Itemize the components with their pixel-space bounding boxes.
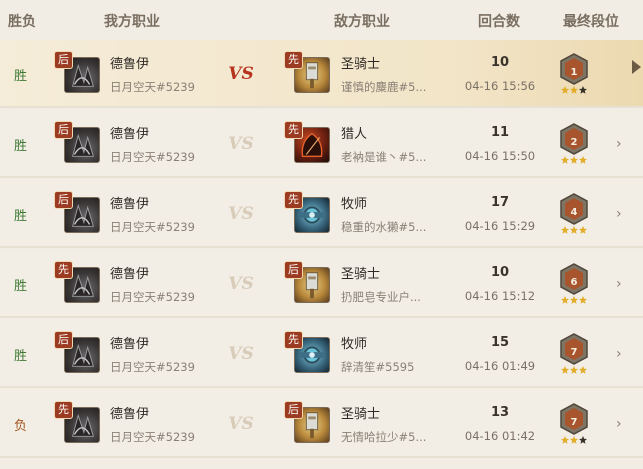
svg-text:4: 4 [571, 207, 578, 218]
table-header: 胜负 我方职业 敌方职业 回合数 最终段位 [0, 0, 643, 40]
my-class-name: 德鲁伊 [110, 407, 150, 422]
header-rounds: 回合数 [478, 14, 520, 30]
svg-text:VS: VS [228, 274, 253, 294]
svg-text:VS: VS [228, 204, 253, 224]
result-label: 胜 [14, 139, 28, 154]
enemy-class-name: 圣骑士 [341, 267, 381, 282]
round-count: 15 [490, 335, 510, 350]
match-time: 04-16 01:49 [464, 359, 536, 373]
svg-text:VS: VS [228, 64, 253, 84]
chevron-right-icon[interactable]: › [616, 136, 626, 152]
rank-emblem-icon: 7 [556, 332, 592, 376]
result-label: 胜 [14, 69, 28, 84]
enemy-player-name: 辞清笙#5595 [341, 360, 415, 374]
my-turn-order-badge: 先 [55, 402, 72, 418]
round-count: 10 [490, 265, 510, 280]
my-class-name: 德鲁伊 [110, 337, 150, 352]
enemy-turn-order-badge: 先 [285, 52, 302, 68]
match-row[interactable]: 胜 后 德鲁伊日月空天#5239 VS 先 圣骑士谨慎的麋鹿#5... 10 04-16 15… [0, 40, 643, 108]
svg-text:1: 1 [571, 67, 578, 78]
result-label: 胜 [14, 209, 28, 224]
vs-icon: VS [228, 272, 254, 294]
rank-emblem-icon: 4 [556, 192, 592, 236]
match-time: 04-16 15:50 [464, 149, 536, 163]
match-time: 04-16 01:42 [464, 429, 536, 443]
match-time: 04-16 15:12 [464, 289, 536, 303]
match-row[interactable]: 胜 后 德鲁伊日月空天#5239 VS 先 猎人老衲是谁丶#5... 11 04-16 15:… [0, 110, 643, 178]
chevron-right-icon[interactable]: › [616, 416, 626, 432]
vs-icon: VS [228, 202, 254, 224]
rank-emblem-icon: 2 [556, 122, 592, 166]
header-my-class: 我方职业 [104, 14, 160, 30]
vs-icon: VS [228, 342, 254, 364]
enemy-player-name: 老衲是谁丶#5... [341, 150, 427, 164]
my-player-name: 日月空天#5239 [110, 80, 195, 94]
my-player-name: 日月空天#5239 [110, 360, 195, 374]
my-turn-order-badge: 后 [55, 332, 72, 348]
my-turn-order-badge: 后 [55, 122, 72, 138]
enemy-player-name: 扔肥皂专业户... [341, 290, 421, 304]
my-class-name: 德鲁伊 [110, 57, 150, 72]
enemy-turn-order-badge: 先 [285, 332, 302, 348]
match-row[interactable]: 胜 先 德鲁伊日月空天#5239 VS 后 圣骑士扔肥皂专业户... 10 04-16 15:… [0, 250, 643, 318]
my-player-name: 日月空天#5239 [110, 290, 195, 304]
enemy-turn-order-badge: 先 [285, 192, 302, 208]
header-enemy-class: 敌方职业 [334, 14, 390, 30]
svg-text:7: 7 [571, 347, 578, 358]
enemy-player-name: 无情哈拉少#5... [341, 430, 427, 444]
chevron-right-icon[interactable]: › [616, 206, 626, 222]
rank-emblem-icon: 1 [556, 52, 592, 96]
my-player-name: 日月空天#5239 [110, 220, 195, 234]
my-player-name: 日月空天#5239 [110, 430, 195, 444]
result-label: 胜 [14, 349, 28, 364]
match-row[interactable]: 负 先 德鲁伊日月空天#5239 VS 后 圣骑士无情哈拉少#5... 13 04-16 01… [0, 390, 643, 458]
rank-emblem-icon: 7 [556, 402, 592, 446]
match-time: 04-16 15:56 [464, 79, 536, 93]
match-time: 04-16 15:29 [464, 219, 536, 233]
svg-text:2: 2 [571, 137, 578, 148]
my-class-name: 德鲁伊 [110, 267, 150, 282]
round-count: 11 [490, 125, 510, 140]
enemy-class-name: 圣骑士 [341, 407, 381, 422]
vs-icon: VS [228, 412, 254, 434]
header-result: 胜负 [8, 14, 36, 30]
match-row[interactable]: 胜 后 德鲁伊日月空天#5239 VS 先 牧师稳重的水獭#5... 17 04-16 15:… [0, 180, 643, 248]
selected-pointer-icon [632, 60, 641, 74]
match-row[interactable]: 胜 后 德鲁伊日月空天#5239 VS 先 牧师辞清笙#5595 15 04-16 01:49… [0, 320, 643, 388]
round-count: 17 [490, 195, 510, 210]
enemy-class-name: 牧师 [341, 337, 368, 352]
chevron-right-icon[interactable]: › [616, 346, 626, 362]
my-class-name: 德鲁伊 [110, 197, 150, 212]
enemy-turn-order-badge: 后 [285, 262, 302, 278]
svg-text:6: 6 [571, 277, 578, 288]
enemy-turn-order-badge: 后 [285, 402, 302, 418]
vs-icon: VS [228, 132, 254, 154]
enemy-class-name: 圣骑士 [341, 57, 381, 72]
enemy-turn-order-badge: 先 [285, 122, 302, 138]
rank-emblem-icon: 6 [556, 262, 592, 306]
result-label: 负 [14, 419, 28, 434]
round-count: 13 [490, 405, 510, 420]
vs-icon: VS [228, 62, 254, 84]
enemy-player-name: 谨慎的麋鹿#5... [341, 80, 427, 94]
enemy-class-name: 猎人 [341, 127, 368, 142]
my-class-name: 德鲁伊 [110, 127, 150, 142]
enemy-player-name: 稳重的水獭#5... [341, 220, 427, 234]
my-turn-order-badge: 先 [55, 262, 72, 278]
svg-text:VS: VS [228, 344, 253, 364]
my-turn-order-badge: 后 [55, 52, 72, 68]
chevron-right-icon[interactable]: › [616, 276, 626, 292]
svg-text:7: 7 [571, 417, 578, 428]
enemy-class-name: 牧师 [341, 197, 368, 212]
my-turn-order-badge: 后 [55, 192, 72, 208]
result-label: 胜 [14, 279, 28, 294]
svg-text:VS: VS [228, 414, 253, 434]
round-count: 10 [490, 55, 510, 70]
svg-text:VS: VS [228, 134, 253, 154]
my-player-name: 日月空天#5239 [110, 150, 195, 164]
header-final-rank: 最终段位 [563, 14, 619, 30]
